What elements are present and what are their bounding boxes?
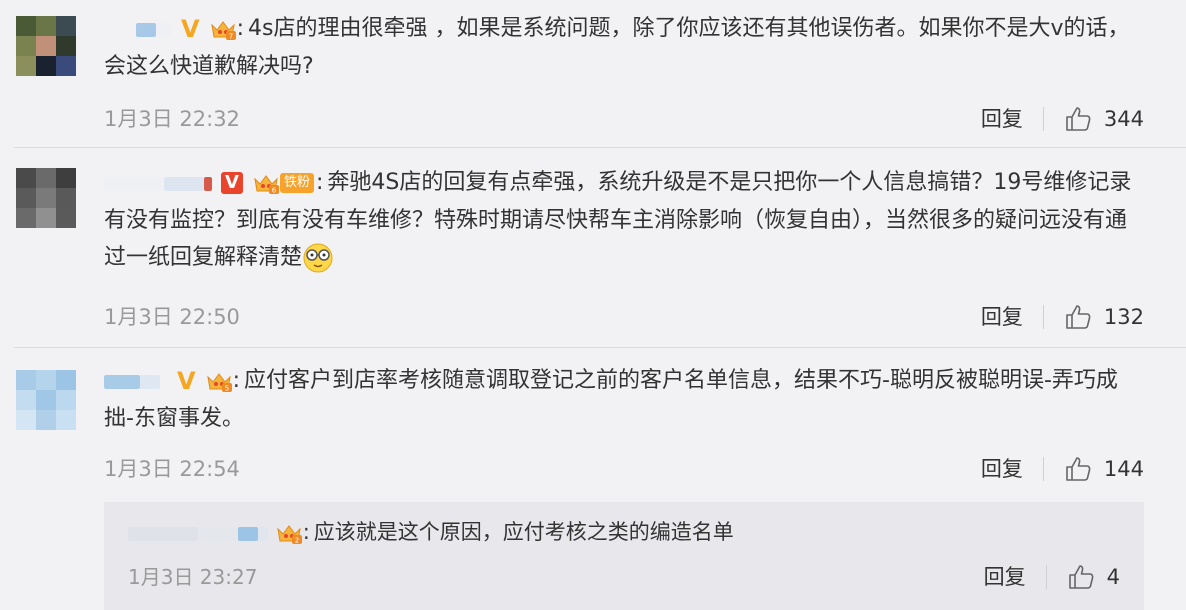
colon: :: [236, 16, 244, 41]
comment-item: V 5 : 应付客户到店率考核随意调取登记之前的客户名单信息，结果不巧-聪明反被聪…: [0, 348, 1186, 610]
comment-text: 4s店的理由很牵强 ，如果是系统问题，除了你应该还有其他误伤者。如果你不是大v的…: [104, 16, 1130, 79]
username[interactable]: [104, 165, 212, 202]
divider: [1045, 565, 1047, 589]
svg-text:2: 2: [294, 537, 298, 545]
timestamp: 1月3日 22:32: [104, 107, 240, 131]
like-count: 4: [1106, 565, 1120, 589]
comment-text-block: V 7 :4s店的理由很牵强 ，如果是系统问题，除了你应该还有其他误伤者。如果你…: [104, 10, 1144, 85]
reply-button[interactable]: 回复: [984, 562, 1026, 592]
crown-icon[interactable]: 6: [252, 171, 280, 195]
colon: :: [315, 170, 324, 195]
crown-icon[interactable]: 2: [275, 521, 303, 545]
like-count: 144: [1103, 457, 1144, 481]
comment-item: V 6 铁粉: 奔驰4S店的回复有点牵强，系统升级是不是只把你一个人信息搞错？19…: [0, 148, 1186, 348]
comment-meta: 1月3日 22:50 回复 132: [104, 302, 1144, 332]
timestamp: 1月3日 23:27: [128, 565, 258, 589]
avatar[interactable]: [16, 168, 76, 228]
sub-reply-text-block: 2 : 应该就是这个原因，应付考核之类的编造名单: [128, 516, 1128, 549]
verified-badge[interactable]: V: [181, 11, 200, 48]
comment-actions: 回复 132: [981, 302, 1144, 332]
reply-button[interactable]: 回复: [981, 454, 1023, 484]
svg-text:6: 6: [272, 187, 277, 195]
timestamp: 1月3日 22:54: [104, 457, 240, 481]
verified-badge[interactable]: V: [177, 363, 196, 400]
comment-meta: 1月3日 22:32 回复 344: [104, 104, 1144, 134]
like-thumb-icon[interactable]: [1064, 303, 1092, 331]
username[interactable]: [128, 517, 268, 549]
comment-text-block: V 6 铁粉: 奔驰4S店的回复有点牵强，系统升级是不是只把你一个人信息搞错？19…: [104, 164, 1144, 276]
comment-meta: 1月3日 22:54 回复 144: [104, 454, 1144, 484]
verified-badge[interactable]: V: [221, 172, 243, 194]
comment-text: 应付客户到店率考核随意调取登记之前的客户名单信息，结果不巧-聪明反被聪明误-弄巧…: [104, 368, 1118, 431]
sub-reply-text: 应该就是这个原因，应付考核之类的编造名单: [313, 520, 734, 544]
timestamp: 1月3日 22:50: [104, 305, 240, 329]
reply-button[interactable]: 回复: [981, 302, 1023, 332]
avatar[interactable]: [16, 370, 76, 430]
like-thumb-icon[interactable]: [1064, 455, 1092, 483]
divider: [1042, 457, 1044, 481]
comment-item: V 7 :4s店的理由很牵强 ，如果是系统问题，除了你应该还有其他误伤者。如果你…: [0, 0, 1186, 148]
reply-button[interactable]: 回复: [981, 104, 1023, 134]
like-thumb-icon[interactable]: [1067, 563, 1095, 591]
emoji-glasses-icon: [303, 243, 333, 272]
comment-actions: 回复 144: [981, 454, 1144, 484]
divider: [1042, 107, 1044, 131]
crown-icon[interactable]: 7: [209, 17, 237, 41]
username[interactable]: [104, 363, 160, 400]
comment-actions: 回复 344: [981, 104, 1144, 134]
comment-text-block: V 5 : 应付客户到店率考核随意调取登记之前的客户名单信息，结果不巧-聪明反被聪…: [104, 362, 1144, 437]
colon: :: [302, 520, 310, 544]
sub-reply-meta: 1月3日 23:27 回复 4: [128, 562, 1120, 592]
avatar[interactable]: [16, 16, 76, 76]
like-thumb-icon[interactable]: [1064, 105, 1092, 133]
divider: [1042, 305, 1044, 329]
like-count: 132: [1103, 305, 1144, 329]
svg-text:5: 5: [224, 385, 228, 393]
username[interactable]: [104, 11, 172, 48]
sub-reply-actions: 回复 4: [984, 562, 1120, 592]
fan-badge[interactable]: 铁粉: [279, 173, 314, 193]
svg-text:7: 7: [228, 33, 232, 41]
like-count: 344: [1103, 107, 1144, 131]
sub-reply: 2 : 应该就是这个原因，应付考核之类的编造名单 1月3日 23:27 回复 4: [104, 502, 1144, 610]
crown-icon[interactable]: 5: [205, 369, 233, 393]
colon: :: [232, 368, 240, 393]
